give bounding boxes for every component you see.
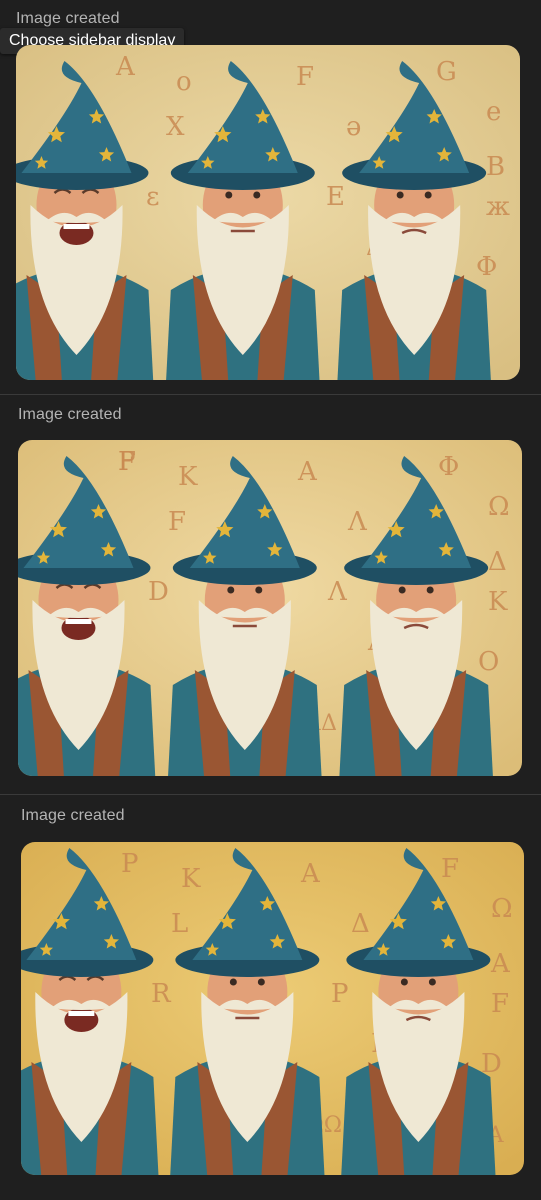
background-letter: F (441, 854, 459, 884)
background-letter: ж (486, 192, 510, 222)
wizard-illustration-2: PKAΦΩFΛΔDΛKδAOΦΦKΩL ЬАΔPF (18, 440, 522, 776)
background-letter: R (151, 979, 172, 1009)
background-letter: Λ (327, 577, 348, 607)
divider-1 (0, 394, 541, 395)
divider-2 (0, 794, 541, 795)
background-letter: D (148, 577, 169, 607)
result-label-2: Image created (18, 406, 122, 423)
background-letter: L (171, 909, 188, 939)
background-letter: G (436, 57, 457, 87)
eye-left (396, 191, 404, 199)
background-letter: Ω (488, 492, 510, 522)
result-label-3: Image created (21, 807, 125, 824)
background-letter: O (478, 647, 499, 677)
eye-right (428, 978, 436, 986)
teeth (68, 1011, 95, 1016)
background-letter: K (181, 864, 201, 894)
eye-right (257, 978, 265, 986)
result-label-1: Image created (16, 10, 120, 27)
teeth (65, 619, 92, 624)
background-letter: E (326, 182, 345, 212)
generated-image-1[interactable]: AoFGeXəBεEжφΔΦдБA (16, 45, 520, 380)
eye-left (398, 586, 406, 594)
generated-image-3[interactable]: PKAFΩLΔARPFLKDAΦKΩΩЬЬАА (21, 842, 524, 1175)
wizard-illustration-1: AoFGeXəBεEжφΔΦдБA (16, 45, 520, 380)
eye-left (227, 586, 235, 594)
background-letter: Ω (491, 894, 513, 924)
background-letter: B (486, 152, 505, 182)
background-letter: A (115, 52, 136, 82)
background-letter: Φ (476, 252, 497, 282)
teeth (63, 224, 90, 229)
eye-left (229, 978, 237, 986)
background-letter: F (491, 989, 509, 1019)
background-letter: ε (146, 182, 159, 212)
background-letter: F (118, 447, 136, 477)
background-letter: Δ (351, 909, 370, 939)
background-letter: Φ (438, 452, 459, 482)
eye-right (253, 191, 261, 199)
background-letter: F (296, 62, 314, 92)
background-letter: ə (346, 112, 361, 142)
generated-image-2[interactable]: PKAΦΩFΛΔDΛKδAOΦΦKΩL ЬАΔPF (18, 440, 522, 776)
background-letter: F (168, 507, 186, 537)
background-letter: A (297, 457, 318, 487)
eye-left (400, 978, 408, 986)
background-letter: Δ (488, 547, 507, 577)
background-letter: e (486, 97, 501, 127)
background-letter: X (166, 112, 185, 142)
eye-left (225, 191, 233, 199)
background-letter: o (176, 67, 192, 97)
eye-right (255, 586, 263, 594)
eye-right (424, 191, 432, 199)
background-letter: K (488, 587, 508, 617)
background-letter: Λ (347, 507, 368, 537)
wizard-illustration-3: PKAFΩLΔARPFLKDAΦKΩΩЬЬАА (21, 842, 524, 1175)
background-letter: A (300, 859, 321, 889)
background-letter: K (178, 462, 198, 492)
background-letter: A (490, 949, 511, 979)
background-letter: P (331, 979, 349, 1009)
background-letter: P (121, 849, 139, 879)
eye-right (426, 586, 434, 594)
